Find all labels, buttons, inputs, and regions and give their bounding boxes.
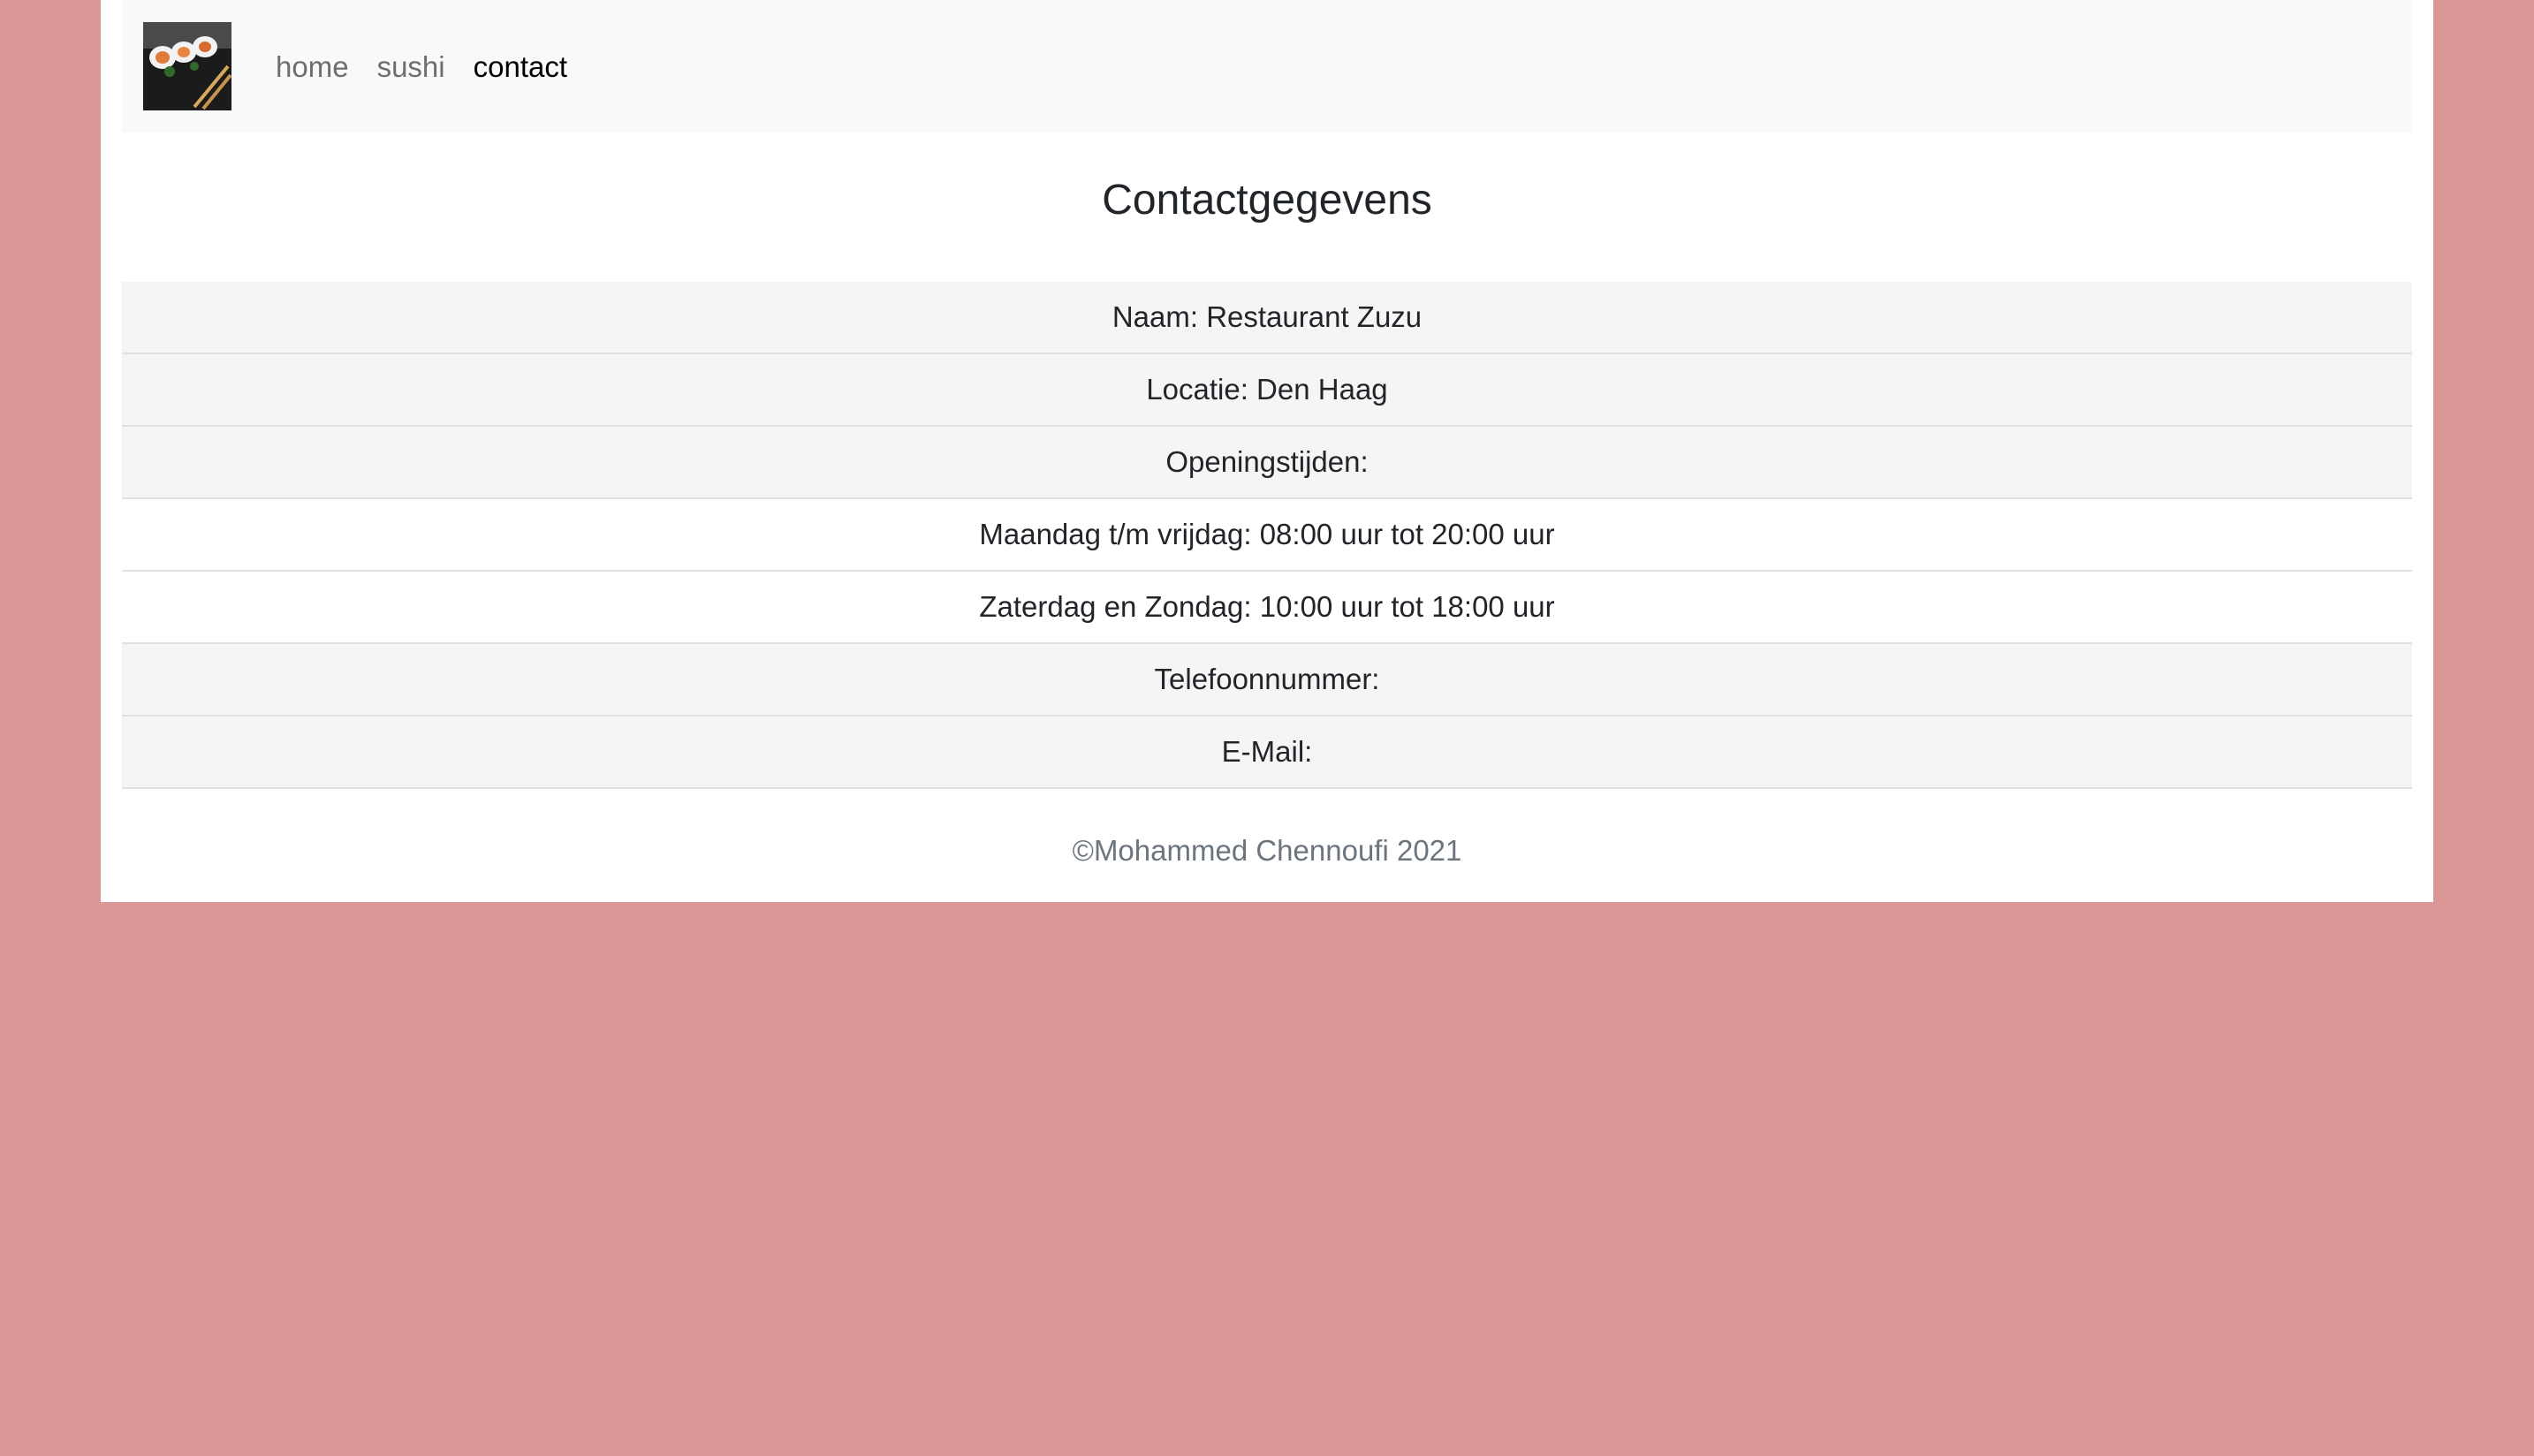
table-row-telefoon: Telefoonnummer: — [122, 644, 2412, 717]
footer-copyright: ©Mohammed Chennoufi 2021 — [1072, 834, 1462, 867]
nav-links: home sushi contact — [262, 52, 581, 81]
contact-table: Naam: Restaurant Zuzu Locatie: Den Haag … — [122, 282, 2412, 789]
table-row-openingstijden: Openingstijden: — [122, 427, 2412, 499]
nav-link-sushi[interactable]: sushi — [363, 52, 459, 81]
table-row-email: E-Mail: — [122, 717, 2412, 789]
navbar: home sushi contact — [122, 0, 2412, 133]
nav-link-contact[interactable]: contact — [459, 52, 581, 81]
table-row-weekdays: Maandag t/m vrijdag: 08:00 uur tot 20:00… — [122, 499, 2412, 572]
sushi-logo-image[interactable] — [143, 22, 231, 110]
page-title: Contactgegevens — [1102, 177, 1432, 224]
page-container: home sushi contact Contactgegevens Naam:… — [101, 0, 2433, 902]
table-row-weekend: Zaterdag en Zondag: 10:00 uur tot 18:00 … — [122, 572, 2412, 644]
table-row-locatie: Locatie: Den Haag — [122, 354, 2412, 427]
table-row-naam: Naam: Restaurant Zuzu — [122, 282, 2412, 354]
nav-link-home[interactable]: home — [262, 52, 363, 81]
